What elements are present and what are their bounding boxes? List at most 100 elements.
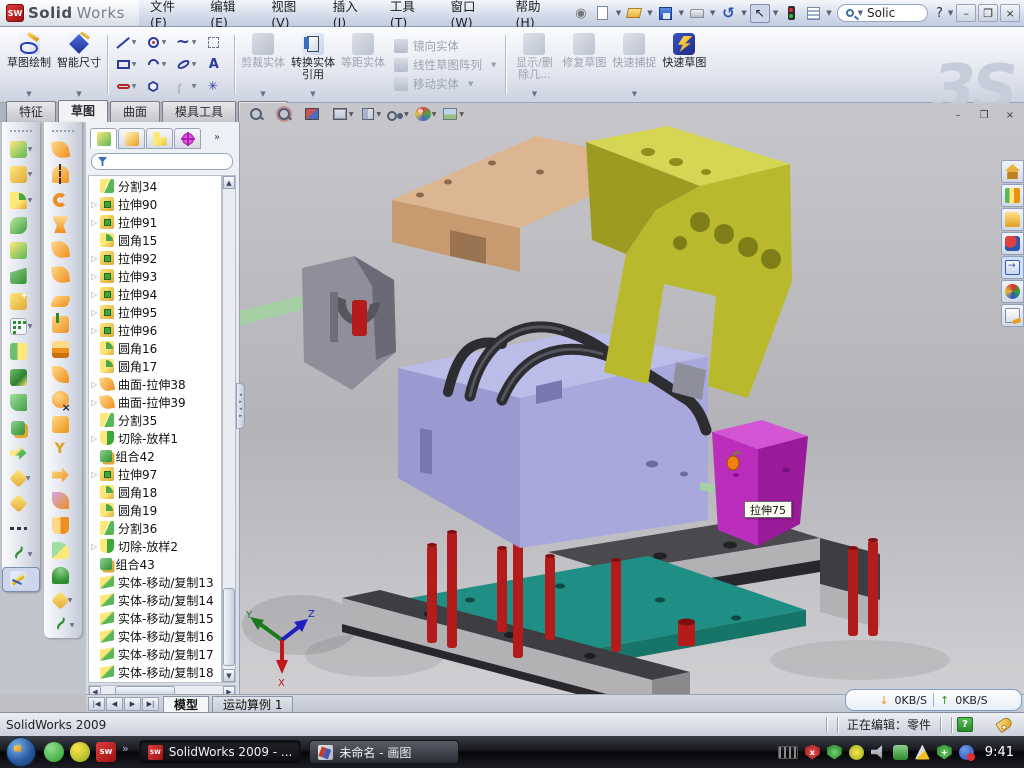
tree-item[interactable]: ▷ 圆角18	[89, 483, 221, 501]
feature-tool-button[interactable]: ▼	[2, 390, 40, 415]
tree-item[interactable]: ▷ 切除-放样1	[89, 429, 221, 447]
feature-tool-button[interactable]: ▼	[2, 289, 40, 314]
sketch-entity-button[interactable]: ▼	[111, 76, 141, 98]
sketch-entity-button[interactable]: ▼	[171, 54, 201, 76]
task-pane-tab[interactable]	[1001, 280, 1024, 303]
headsup-button[interactable]: ▼	[414, 106, 437, 122]
expand-arrow-icon[interactable]: ▷	[91, 542, 100, 551]
minimize-button[interactable]: –	[956, 4, 976, 22]
toolbar-button[interactable]: 剪裁实体 ▼	[238, 29, 288, 100]
tree-item[interactable]: ▷ 拉伸97	[89, 465, 221, 483]
tree-item[interactable]: ▷ 拉伸93	[89, 267, 221, 285]
surface-tool-button[interactable]: ▼	[44, 513, 82, 538]
keyboard-icon[interactable]	[778, 746, 798, 759]
feature-tool-button[interactable]: ▼	[2, 567, 40, 592]
headsup-button[interactable]: ▼	[331, 106, 354, 122]
task-pane-tab[interactable]	[1001, 304, 1024, 327]
tree-item[interactable]: ▷ 拉伸90	[89, 195, 221, 213]
feature-tool-button[interactable]: ▼	[2, 162, 40, 187]
sketch-entity-button[interactable]: ▼	[141, 76, 171, 98]
tab-nav-button[interactable]: |◀	[88, 697, 105, 711]
menu-item[interactable]: 视图(V)	[260, 0, 322, 30]
quick-launch-icon[interactable]	[44, 742, 64, 762]
expand-arrow-icon[interactable]: ▷	[91, 254, 100, 263]
sketch-entity-button[interactable]: ▼	[171, 76, 201, 98]
surface-tool-button[interactable]: ▼	[44, 613, 82, 638]
sketch-entity-button[interactable]: ▼	[201, 54, 231, 76]
doc-restore-button[interactable]: ❐	[974, 108, 994, 123]
surface-tool-button[interactable]: ▼	[44, 387, 82, 412]
sketch-entity-button[interactable]: ▼	[141, 32, 171, 54]
feature-manager-tab[interactable]	[146, 128, 173, 149]
menu-item[interactable]: 工具(T)	[379, 0, 440, 30]
headsup-button[interactable]: ▼	[248, 106, 271, 122]
undo-icon[interactable]: ↺	[718, 4, 738, 23]
quick-launch-overflow[interactable]: »	[122, 742, 129, 755]
toolbar-grip[interactable]	[10, 130, 32, 134]
doc-minimize-button[interactable]: –	[948, 108, 968, 123]
tag-icon[interactable]	[995, 716, 1014, 734]
select-tool-icon[interactable]: ↖	[750, 4, 770, 23]
task-pane-tab[interactable]	[1001, 256, 1024, 279]
search-box[interactable]: ▼	[837, 4, 928, 22]
tree-item[interactable]: ▷ 分割35	[89, 411, 221, 429]
feature-tool-button[interactable]: ▼	[2, 541, 40, 566]
print-icon[interactable]	[687, 4, 707, 23]
surface-tool-button[interactable]: ▼	[44, 488, 82, 513]
new-document-icon[interactable]	[593, 4, 613, 23]
headsup-button[interactable]: ▼	[359, 106, 382, 122]
expand-arrow-icon[interactable]: ▷	[91, 200, 100, 209]
tree-item[interactable]: ▷ 拉伸94	[89, 285, 221, 303]
tree-item[interactable]: ▷ 曲面-拉伸39	[89, 393, 221, 411]
sketch-entity-button[interactable]: ▼	[111, 54, 141, 76]
menu-item[interactable]: 文件(F)	[139, 0, 199, 30]
tray-icon[interactable]	[849, 745, 864, 760]
tree-item[interactable]: ▷ 切除-放样2	[89, 537, 221, 555]
feature-manager-tab[interactable]	[174, 128, 201, 149]
surface-tool-button[interactable]: ▼	[44, 588, 82, 613]
tree-item[interactable]: ▷ 拉伸91	[89, 213, 221, 231]
feature-tool-button[interactable]: ▼	[2, 516, 40, 541]
expand-arrow-icon[interactable]: ▷	[91, 434, 100, 443]
tree-item[interactable]: ▷ 实体-移动/复制17	[89, 645, 221, 663]
toolbar-button[interactable]: 修复草图 ▼	[559, 29, 609, 100]
surface-tool-button[interactable]: ▼	[44, 312, 82, 337]
restore-button[interactable]: ❐	[978, 4, 998, 22]
taskbar-task-button[interactable]: SW SolidWorks 2009 - ...	[139, 740, 302, 764]
tree-item[interactable]: ▷ 拉伸96	[89, 321, 221, 339]
expand-arrow-icon[interactable]: ▷	[91, 290, 100, 299]
tab-nav-button[interactable]: ▶|	[142, 697, 159, 711]
toolbar-button[interactable]: 转换实体引用 ▼	[288, 29, 338, 100]
tree-item[interactable]: ▷ 拉伸92	[89, 249, 221, 267]
tray-icon[interactable]	[827, 745, 842, 760]
surface-tool-button[interactable]: ▼	[44, 538, 82, 563]
tray-icon[interactable]	[893, 745, 908, 760]
feature-manager-tab[interactable]	[90, 128, 117, 149]
panel-splitter-handle[interactable]: ◂▸◂▸	[236, 383, 245, 429]
ribbon-tab[interactable]: 曲面	[110, 101, 160, 122]
tree-item[interactable]: ▷ 实体-移动/复制13	[89, 573, 221, 591]
save-icon[interactable]	[656, 4, 676, 23]
toolbar-stack-button[interactable]: 移动实体 ▼	[394, 76, 496, 92]
tree-item[interactable]: ▷ 实体-移动/复制15	[89, 609, 221, 627]
ribbon-tab[interactable]: 草图	[58, 100, 108, 122]
tree-item[interactable]: ▷ 实体-移动/复制16	[89, 627, 221, 645]
quick-launch-icon[interactable]: SW	[96, 742, 116, 762]
surface-tool-button[interactable]: ▼	[44, 137, 82, 162]
task-pane-tab[interactable]	[1001, 160, 1024, 183]
panel-overflow-chevron[interactable]: »	[214, 132, 220, 143]
tree-item[interactable]: ▷ 圆角16	[89, 339, 221, 357]
surface-tool-button[interactable]: ▼	[44, 563, 82, 588]
tree-item[interactable]: ▷ 实体-移动/复制14	[89, 591, 221, 609]
rebuild-lights-icon[interactable]	[781, 4, 801, 23]
feature-tool-button[interactable]: ▼	[2, 491, 40, 516]
toolbar-button[interactable]: 快速草图 ▼	[659, 29, 709, 100]
tree-item[interactable]: ▷ 圆角17	[89, 357, 221, 375]
help-icon[interactable]: ?	[932, 6, 947, 21]
expand-arrow-icon[interactable]: ▷	[91, 326, 100, 335]
tab-nav-button[interactable]: ▶	[124, 697, 141, 711]
menu-item[interactable]: 帮助(H)	[505, 0, 567, 30]
menu-item[interactable]: 插入(I)	[322, 0, 379, 30]
feature-tool-button[interactable]: ▼	[2, 238, 40, 263]
surface-tool-button[interactable]: ▼	[44, 162, 82, 187]
